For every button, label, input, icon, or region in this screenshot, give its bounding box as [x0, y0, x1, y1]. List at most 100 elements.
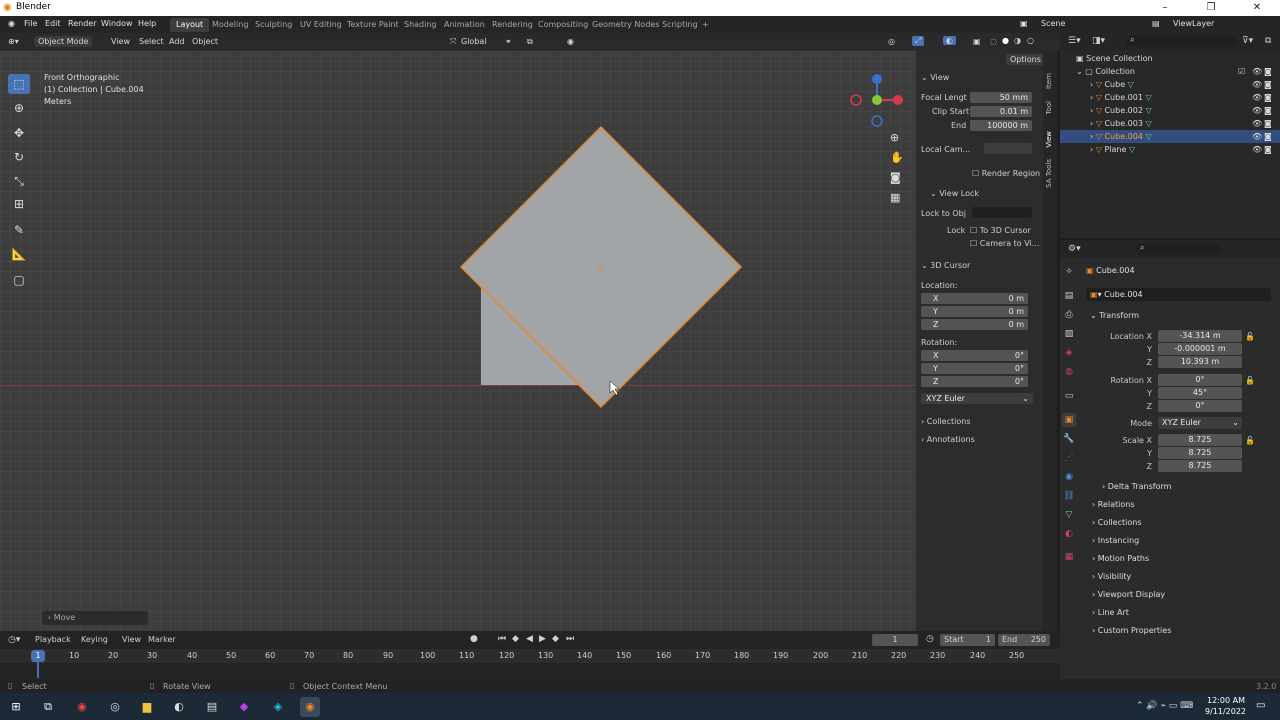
scene-props-icon[interactable]: ◈ — [1062, 346, 1076, 360]
gizmo-y-axis-icon[interactable] — [872, 95, 882, 105]
cube-mesh[interactable] — [440, 111, 760, 421]
rendered-shading-icon[interactable]: ○ — [1027, 36, 1034, 45]
filter-icon[interactable]: ⊽▾ — [1242, 36, 1253, 46]
viewport-menu-object[interactable]: Object — [192, 37, 218, 46]
delta-transform-section[interactable]: › Delta Transform — [1086, 479, 1274, 495]
viewport-display-section[interactable]: › Viewport Display — [1086, 587, 1274, 603]
timeline-menu-playback[interactable]: Playback — [35, 635, 71, 644]
app-icon[interactable]: ◆ — [234, 697, 254, 717]
location-z-field[interactable]: 10.393 m — [1158, 356, 1242, 368]
outliner-search-input[interactable]: ⌕ — [1126, 35, 1238, 47]
windows-start-icon[interactable]: ⊞ — [6, 697, 26, 717]
menu-edit[interactable]: Edit — [45, 19, 61, 28]
location-y-field[interactable]: -0.000001 m — [1158, 343, 1242, 355]
tab-sculpting[interactable]: Sculpting — [249, 18, 298, 32]
timeline-menu-marker[interactable]: Marker — [148, 635, 176, 644]
tab-shading[interactable]: Shading — [398, 18, 443, 32]
chrome-icon[interactable]: ◉ — [72, 697, 92, 717]
lock-icon[interactable]: 🔓 — [1245, 376, 1255, 385]
collections-section-header[interactable]: › Collections — [921, 417, 971, 426]
camera-icon[interactable]: ◙ — [1264, 130, 1272, 143]
menu-help[interactable]: Help — [138, 19, 156, 28]
scale-y-field[interactable]: 8.725 — [1158, 447, 1242, 459]
tray-icons[interactable]: ⌃ 🔊 ⌁ ▭ ⌨ — [1136, 701, 1193, 711]
view-layer-props-icon[interactable]: ▧ — [1062, 327, 1076, 341]
jump-start-icon[interactable]: ⏮ — [498, 634, 506, 644]
menu-file[interactable]: File — [24, 19, 37, 28]
outliner-item-plane[interactable]: › ▽ Plane ▽ 👁 ◙ — [1060, 143, 1280, 156]
render-region-checkbox[interactable]: ☐ Render Region — [972, 169, 1040, 178]
cursor-loc-z-field[interactable]: Z0 m — [921, 319, 1028, 330]
output-props-icon[interactable]: ⎙ — [1062, 308, 1076, 322]
eye-icon[interactable]: 👁 — [1252, 104, 1262, 117]
data-props-icon[interactable]: ▽ — [1062, 508, 1076, 522]
tab-tool[interactable]: Tool — [1045, 101, 1055, 115]
xray-icon[interactable]: ▣ — [973, 37, 981, 46]
properties-editor-icon[interactable]: ⚙▾ — [1068, 244, 1081, 254]
rotation-z-field[interactable]: 0° — [1158, 400, 1242, 412]
options-dropdown[interactable]: Options — [1006, 54, 1045, 65]
cursor-tool-icon[interactable]: ⊕ — [8, 98, 30, 118]
camera-icon[interactable]: ◙ — [1264, 117, 1272, 130]
material-props-icon[interactable]: ◐ — [1062, 527, 1076, 541]
outliner-item-cube-004[interactable]: › ▽ Cube.004 ▽ 👁 ◙ — [1060, 130, 1280, 143]
clip-start-field[interactable]: 0.01 m — [970, 106, 1032, 117]
lock-icon[interactable]: 🔓 — [1245, 332, 1255, 341]
transform-tool-icon[interactable]: ⊞ — [8, 194, 30, 214]
collection-props-icon[interactable]: ▭ — [1062, 389, 1076, 403]
maximize-button[interactable]: ❐ — [1188, 0, 1234, 16]
tab-uv-editing[interactable]: UV Editing — [294, 18, 348, 32]
eye-icon[interactable]: 👁 — [1252, 143, 1262, 156]
viewport-menu-view[interactable]: View — [111, 37, 130, 46]
frame-end-field[interactable]: End 250 — [998, 634, 1050, 646]
transform-section-header[interactable]: ⌄ Transform — [1086, 309, 1274, 323]
timeline-menu-keying[interactable]: Keying — [81, 635, 108, 644]
camera-icon[interactable]: ◙ — [1264, 65, 1272, 78]
world-props-icon[interactable]: ◍ — [1062, 365, 1076, 379]
cursor-loc-y-field[interactable]: Y0 m — [921, 306, 1028, 317]
visibility-icon[interactable]: ◎ — [888, 37, 895, 46]
play-icon[interactable]: ▶ — [539, 634, 546, 644]
overlay-toggle-icon[interactable]: ◐ — [943, 36, 956, 45]
gizmo-neg-x-axis-icon[interactable] — [850, 94, 862, 106]
lock-to-cursor-checkbox[interactable]: ☐ To 3D Cursor — [970, 226, 1031, 235]
add-cube-tool-icon[interactable]: ▢ — [8, 270, 30, 290]
object-name-field[interactable]: ▣▾ Cube.004 — [1086, 288, 1271, 301]
constraints-props-icon[interactable]: ⛓ — [1062, 489, 1076, 503]
lock-icon[interactable]: 🔓 — [1245, 436, 1255, 445]
steam-icon[interactable]: ◐ — [169, 697, 189, 717]
rotation-mode-dropdown[interactable]: XYZ Euler ⌄ — [1158, 417, 1242, 429]
outliner-editor-icon[interactable]: ☰▾ — [1068, 36, 1081, 46]
zoom-icon[interactable]: ⊕ — [890, 131, 899, 144]
app-icon[interactable]: ◈ — [268, 697, 288, 717]
cursor-loc-x-field[interactable]: X0 m — [921, 293, 1028, 304]
instancing-section[interactable]: › Instancing — [1086, 533, 1274, 549]
gizmo-neg-z-axis-icon[interactable] — [871, 115, 883, 127]
tab-compositing[interactable]: Compositing — [532, 18, 594, 32]
jump-end-icon[interactable]: ⏭ — [566, 634, 574, 644]
playhead[interactable]: 1 — [31, 650, 45, 662]
cursor-rot-z-field[interactable]: Z 0° — [921, 376, 1028, 387]
ortho-toggle-icon[interactable]: ▦ — [890, 191, 900, 204]
gizmo-x-axis-icon[interactable] — [893, 95, 903, 105]
visibility-section[interactable]: › Visibility — [1086, 569, 1274, 585]
timeline-menu-view[interactable]: View — [122, 635, 141, 644]
orientation-dropdown[interactable]: Global — [461, 37, 487, 46]
camera-to-view-checkbox[interactable]: ☐ Camera to Vi... — [970, 239, 1039, 248]
motion-paths-section[interactable]: › Motion Paths — [1086, 551, 1274, 567]
menu-window[interactable]: Window — [101, 19, 133, 28]
viewport-menu-select[interactable]: Select — [139, 37, 164, 46]
3d-viewport[interactable]: Front Orthographic (1) Collection | Cube… — [0, 51, 1043, 631]
tab-sa-tools[interactable]: SA Tools — [1045, 159, 1055, 188]
rotation-y-field[interactable]: 45° — [1158, 387, 1242, 399]
file-explorer-icon[interactable]: ▆ — [137, 697, 157, 717]
play-reverse-icon[interactable]: ◀ — [526, 634, 533, 644]
rotation-x-field[interactable]: 0° — [1158, 374, 1242, 386]
gizmo-toggle-icon[interactable]: ⤢ — [912, 36, 925, 46]
solid-shading-icon[interactable]: ● — [1002, 36, 1009, 45]
outliner-item-cube[interactable]: › ▽ Cube ▽ 👁 ◙ — [1060, 78, 1280, 91]
proportional-edit-icon[interactable]: ◉ — [567, 37, 574, 46]
last-operation-panel[interactable]: › Move — [42, 611, 148, 625]
clip-end-field[interactable]: 100000 m — [970, 120, 1032, 131]
object-props-icon[interactable]: ▣ — [1062, 413, 1076, 427]
